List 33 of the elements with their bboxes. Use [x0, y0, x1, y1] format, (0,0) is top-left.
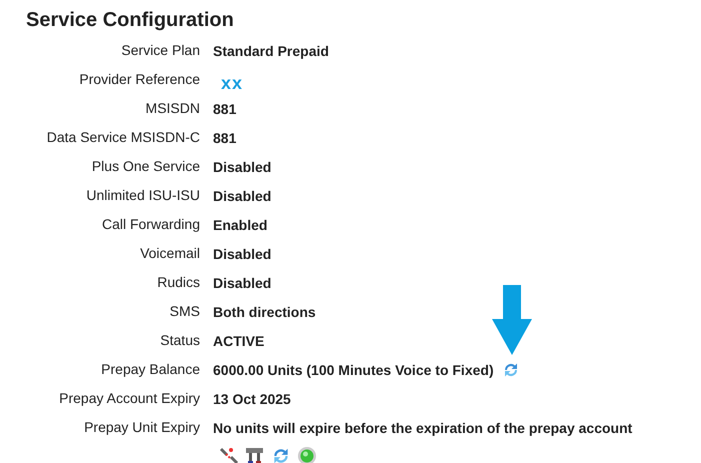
field-label: Prepay Balance — [100, 360, 200, 379]
field-label: Prepay Account Expiry — [58, 389, 200, 408]
field-value: Standard Prepaid — [213, 42, 329, 58]
field-label: Voicemail — [139, 244, 200, 263]
field-label: Service Plan — [120, 41, 200, 60]
status-light-icon — [297, 446, 317, 463]
annotation-arrow — [492, 284, 532, 354]
field-label: Status — [159, 331, 200, 350]
field-label: Provider Reference — [78, 70, 200, 89]
field-label: Rudics — [156, 273, 200, 292]
field-label: Prepay Unit Expiry — [83, 418, 200, 437]
field-value: Disabled — [213, 274, 272, 290]
field-value: 6000.00 Units (100 Minutes Voice to Fixed) — [213, 362, 494, 378]
field-value: Enabled — [213, 216, 268, 232]
field-value: Both directions — [213, 304, 316, 320]
field-label: Data Service MSISDN-C — [46, 128, 200, 147]
field-value: No units will expire before the expiration of the prepay account — [213, 420, 632, 436]
field-value: 13 Oct 2025 — [213, 390, 291, 406]
field-label: MSISDN — [144, 99, 200, 118]
field-label: Unlimited ISU-ISU — [85, 186, 200, 205]
field-value: Disabled — [213, 158, 272, 174]
field-label: Call Forwarding — [100, 215, 200, 234]
field-value: 881 — [213, 130, 236, 146]
field-value: Disabled — [213, 188, 272, 204]
field-value: 881 — [213, 100, 236, 116]
disconnect-icon[interactable] — [219, 446, 239, 463]
field-label: Plus One Service — [90, 157, 200, 176]
redacted-value: xx — [221, 73, 244, 94]
field-value: Disabled — [213, 246, 272, 262]
section-title: Service Configuration — [26, 8, 235, 32]
tools-icon[interactable] — [245, 446, 265, 463]
field-label: SMS — [168, 302, 200, 321]
field-value: ACTIVE — [213, 332, 264, 348]
